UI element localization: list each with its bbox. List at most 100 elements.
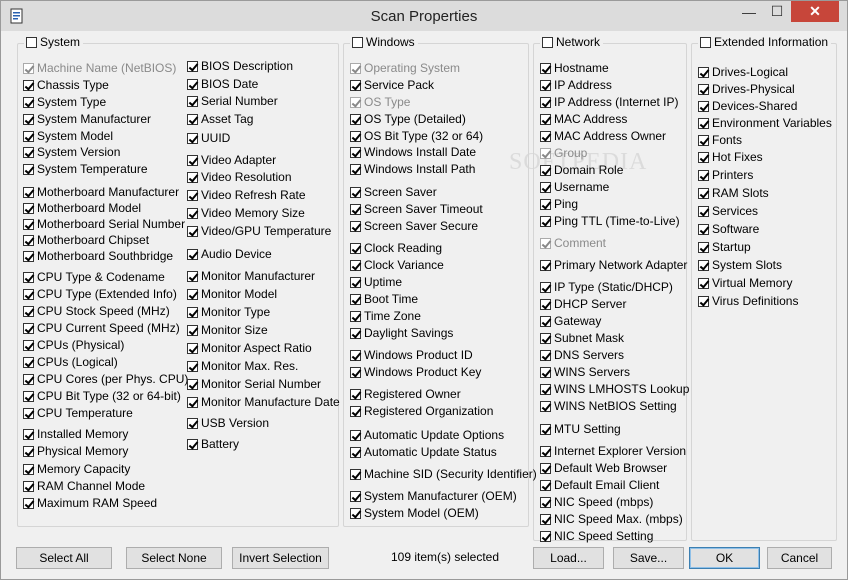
checkbox[interactable] [698,187,709,199]
checkbox[interactable] [187,207,198,219]
maximize-button[interactable]: ☐ [763,1,791,22]
checkbox-item[interactable]: CPU Current Speed (MHz) [23,321,180,335]
checkbox-item[interactable]: Maximum RAM Speed [23,496,157,510]
checkbox-item[interactable]: Uptime [350,275,402,289]
checkbox[interactable] [350,366,361,378]
checkbox-item[interactable]: Windows Install Path [350,162,475,176]
checkbox-item[interactable]: Monitor Type [187,305,270,319]
checkbox[interactable] [23,322,34,334]
extended-information-group-caption[interactable]: Extended Information [698,35,832,49]
checkbox-item[interactable]: Clock Variance [350,258,444,272]
checkbox-item[interactable]: Audio Device [187,247,272,261]
checkbox[interactable] [187,396,198,408]
checkbox[interactable] [350,327,361,339]
checkbox-item[interactable]: Registered Owner [350,387,461,401]
checkbox-item[interactable]: Windows Install Date [350,145,476,159]
checkbox-item[interactable]: Services [698,204,758,218]
checkbox[interactable] [540,332,551,344]
checkbox[interactable] [350,242,361,254]
checkbox-item[interactable]: System Manufacturer (OEM) [350,489,517,503]
checkbox[interactable] [540,96,551,108]
checkbox-item[interactable]: Subnet Mask [540,331,624,345]
checkbox[interactable] [540,400,551,412]
cancel-button[interactable]: Cancel [767,547,832,569]
checkbox-item[interactable]: USB Version [187,416,269,430]
windows-group-caption[interactable]: Windows [350,35,418,49]
checkbox-item[interactable]: Drives-Logical [698,65,788,79]
checkbox-item[interactable]: Motherboard Southbridge [23,249,173,263]
checkbox[interactable] [350,220,361,232]
system-group-caption[interactable]: System [24,35,84,49]
network-group-caption[interactable]: Network [540,35,604,49]
checkbox[interactable] [23,234,34,246]
checkbox-item[interactable]: CPU Temperature [23,406,133,420]
checkbox[interactable] [698,83,709,95]
select-none-button[interactable]: Select None [126,547,222,569]
checkbox[interactable] [540,198,551,210]
checkbox[interactable] [187,438,198,450]
minimize-button[interactable]: — [735,1,763,22]
checkbox-item[interactable]: System Model (OEM) [350,506,479,520]
checkbox[interactable] [23,480,34,492]
checkbox-item[interactable]: System Type [23,95,106,109]
title-bar[interactable]: Scan Properties — ☐ ✕ [1,1,847,31]
checkbox[interactable] [187,342,198,354]
checkbox-item[interactable]: Ping [540,197,578,211]
ok-button[interactable]: OK [689,547,760,569]
checkbox-item[interactable]: WINS NetBIOS Setting [540,399,677,413]
checkbox[interactable] [698,241,709,253]
checkbox-item[interactable]: Service Pack [350,78,434,92]
checkbox[interactable] [23,163,34,175]
checkbox-item[interactable]: DNS Servers [540,348,624,362]
checkbox-item[interactable]: Monitor Aspect Ratio [187,341,312,355]
checkbox-item[interactable]: CPU Bit Type (32 or 64-bit) [23,389,181,403]
checkbox[interactable] [540,423,551,435]
checkbox-item[interactable]: Monitor Serial Number [187,377,321,391]
checkbox[interactable] [23,305,34,317]
checkbox[interactable] [350,429,361,441]
checkbox-item[interactable]: OS Bit Type (32 or 64) [350,129,483,143]
checkbox-item[interactable]: MTU Setting [540,422,621,436]
checkbox[interactable] [187,360,198,372]
checkbox-item[interactable]: Windows Product ID [350,348,473,362]
checkbox-item[interactable]: Monitor Manufacture Date [187,395,340,409]
checkbox-item[interactable]: Hot Fixes [698,150,763,164]
checkbox-item[interactable]: MAC Address Owner [540,129,666,143]
checkbox[interactable] [23,407,34,419]
invert-selection-button[interactable]: Invert Selection [232,547,329,569]
checkbox-item[interactable]: Battery [187,437,239,451]
checkbox-item[interactable]: Motherboard Model [23,201,141,215]
checkbox-item[interactable]: Default Email Client [540,478,659,492]
checkbox[interactable] [540,281,551,293]
checkbox-item[interactable]: DHCP Server [540,297,626,311]
checkbox-item[interactable]: NIC Speed Setting [540,529,653,543]
checkbox[interactable] [187,95,198,107]
checkbox-item[interactable]: Serial Number [187,94,278,108]
checkbox-item[interactable]: Memory Capacity [23,462,130,476]
checkbox[interactable] [350,388,361,400]
checkbox-item[interactable]: Default Web Browser [540,461,667,475]
checkbox[interactable] [350,276,361,288]
checkbox[interactable] [698,100,709,112]
checkbox[interactable] [540,62,551,74]
checkbox[interactable] [698,205,709,217]
checkbox[interactable] [23,250,34,262]
checkbox[interactable] [540,215,551,227]
checkbox[interactable] [540,496,551,508]
checkbox[interactable] [350,79,361,91]
checkbox[interactable] [187,378,198,390]
checkbox-item[interactable]: Username [540,180,609,194]
load-button[interactable]: Load... [533,547,604,569]
checkbox-item[interactable]: Virus Definitions [698,294,798,308]
checkbox-item[interactable]: BIOS Description [187,59,293,73]
checkbox-item[interactable]: Startup [698,240,751,254]
checkbox-item[interactable]: CPUs (Physical) [23,338,124,352]
checkbox-item[interactable]: Software [698,222,759,236]
checkbox[interactable] [698,66,709,78]
checkbox[interactable] [540,366,551,378]
checkbox-item[interactable]: Video Adapter [187,153,276,167]
checkbox-item[interactable]: Registered Organization [350,404,493,418]
checkbox-item[interactable]: Screen Saver Secure [350,219,478,233]
checkbox[interactable] [540,383,551,395]
checkbox[interactable] [540,298,551,310]
